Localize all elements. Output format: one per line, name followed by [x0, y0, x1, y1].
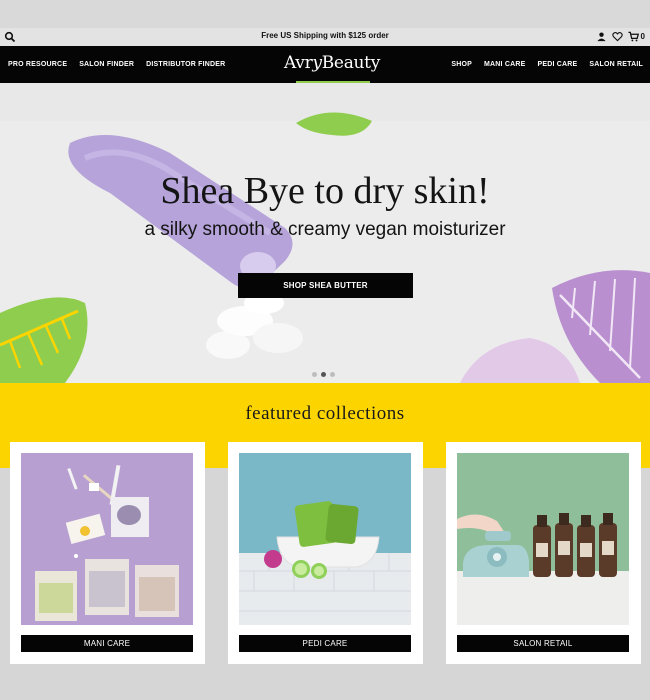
mani-care-label[interactable]: MANI CARE: [21, 635, 193, 652]
pedi-care-image: [239, 453, 411, 625]
nav-item-shop[interactable]: SHOP: [451, 61, 472, 68]
shop-shea-butter-button[interactable]: SHOP SHEA BUTTER: [238, 273, 413, 298]
salon-retail-image: [457, 453, 629, 625]
hero-headline: Shea Bye to dry skin!: [160, 170, 490, 212]
hero-banner: Shea Bye to dry skin! a silky smooth & c…: [0, 83, 650, 383]
right-leaves: [460, 270, 650, 383]
nav-right: SHOP MANI CARE PEDI CARE SALON RETAIL: [451, 61, 643, 68]
heart-icon[interactable]: [611, 31, 623, 42]
utility-icons: 0: [596, 31, 645, 42]
nav-left: PRO RESOURCE SALON FINDER DISTRIBUTOR FI…: [8, 61, 225, 68]
collection-card-salon-retail[interactable]: SALON RETAIL: [446, 442, 641, 664]
logo-text-avr: Avr: [284, 53, 313, 73]
nav-item-pedi-care[interactable]: PEDI CARE: [537, 61, 577, 68]
logo-text-y: y: [312, 53, 322, 73]
nav-item-salon-finder[interactable]: SALON FINDER: [79, 61, 134, 68]
carousel-dot-1[interactable]: [312, 372, 317, 377]
left-leaf: [0, 297, 88, 383]
brand-logo[interactable]: AvryBeauty: [284, 53, 380, 73]
cart-count: 0: [640, 32, 645, 41]
user-icon[interactable]: [596, 31, 607, 42]
hero-subline: a silky smooth & creamy vegan moisturize…: [144, 219, 506, 240]
logo-text-beauty: Beauty: [321, 53, 381, 73]
salon-retail-label[interactable]: SALON RETAIL: [457, 635, 629, 652]
collection-card-mani-care[interactable]: MANI CARE: [10, 442, 205, 664]
main-nav: PRO RESOURCE SALON FINDER DISTRIBUTOR FI…: [0, 46, 650, 83]
carousel-dot-3[interactable]: [330, 372, 335, 377]
collection-card-pedi-care[interactable]: PEDI CARE: [228, 442, 423, 664]
nav-item-pro-resource[interactable]: PRO RESOURCE: [8, 61, 67, 68]
carousel-dots: [312, 372, 335, 377]
featured-title: featured collections: [245, 403, 405, 424]
shipping-promo: Free US Shipping with $125 order: [261, 31, 389, 40]
page: Free US Shipping with $125 order 0 PRO R…: [0, 0, 650, 700]
nav-item-mani-care[interactable]: MANI CARE: [484, 61, 525, 68]
cream-dollop: [206, 292, 303, 359]
carousel-dot-2[interactable]: [321, 372, 326, 377]
announcement-bar: Free US Shipping with $125 order 0: [0, 28, 650, 46]
pedi-care-label[interactable]: PEDI CARE: [239, 635, 411, 652]
nav-item-salon-retail[interactable]: SALON RETAIL: [589, 61, 643, 68]
cart-icon[interactable]: [628, 31, 639, 42]
nav-item-distributor-finder[interactable]: DISTRIBUTOR FINDER: [146, 61, 225, 68]
mani-care-image: [21, 453, 193, 625]
